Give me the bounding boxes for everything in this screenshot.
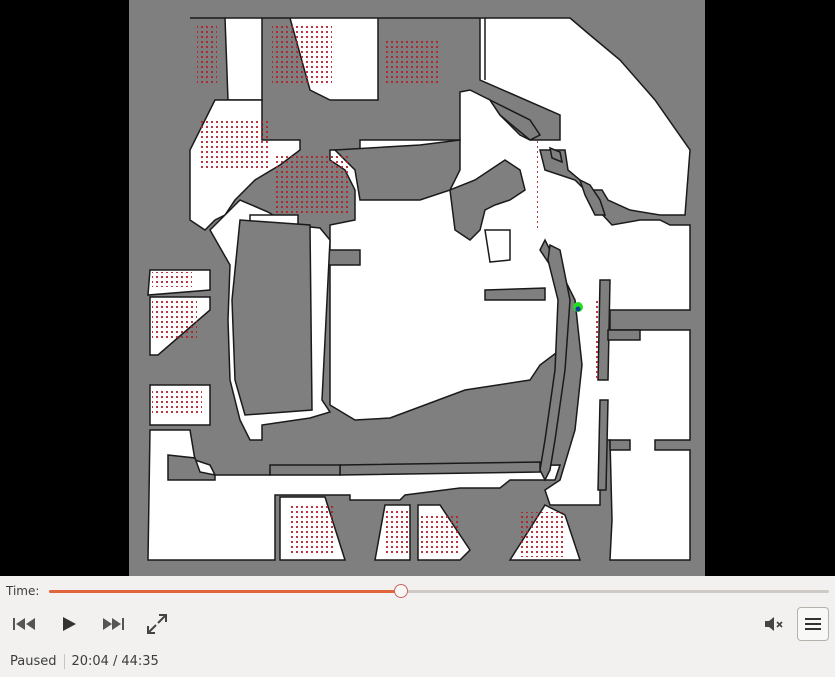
volume-button[interactable] bbox=[760, 612, 788, 636]
menu-icon bbox=[805, 618, 821, 630]
skip-back-icon bbox=[13, 618, 35, 630]
status-bar: Paused 20:04 / 44:35 bbox=[10, 654, 159, 669]
seek-handle[interactable] bbox=[393, 584, 408, 598]
skip-forward-button[interactable] bbox=[98, 612, 128, 636]
time-separator: / bbox=[112, 654, 118, 669]
player-controls: Time: Paused 20:04 / 44:35 bbox=[0, 576, 835, 677]
playback-status: Paused bbox=[10, 654, 57, 669]
current-time: 20:04 bbox=[71, 654, 109, 669]
skip-forward-icon bbox=[103, 618, 124, 630]
occupancy-map bbox=[129, 0, 705, 576]
play-button[interactable] bbox=[56, 612, 82, 636]
menu-button[interactable] bbox=[797, 607, 829, 641]
fullscreen-icon bbox=[147, 614, 167, 634]
video-area[interactable] bbox=[0, 0, 835, 576]
time-label: Time: bbox=[6, 584, 40, 598]
volume-muted-icon bbox=[765, 617, 783, 631]
seek-progress bbox=[49, 590, 401, 593]
seek-slider[interactable] bbox=[49, 584, 829, 598]
status-divider bbox=[64, 654, 66, 669]
total-duration: 44:35 bbox=[121, 654, 159, 669]
fullscreen-button[interactable] bbox=[143, 612, 171, 636]
robot-heading bbox=[575, 306, 581, 312]
play-icon bbox=[63, 617, 76, 631]
skip-back-button[interactable] bbox=[10, 612, 40, 636]
